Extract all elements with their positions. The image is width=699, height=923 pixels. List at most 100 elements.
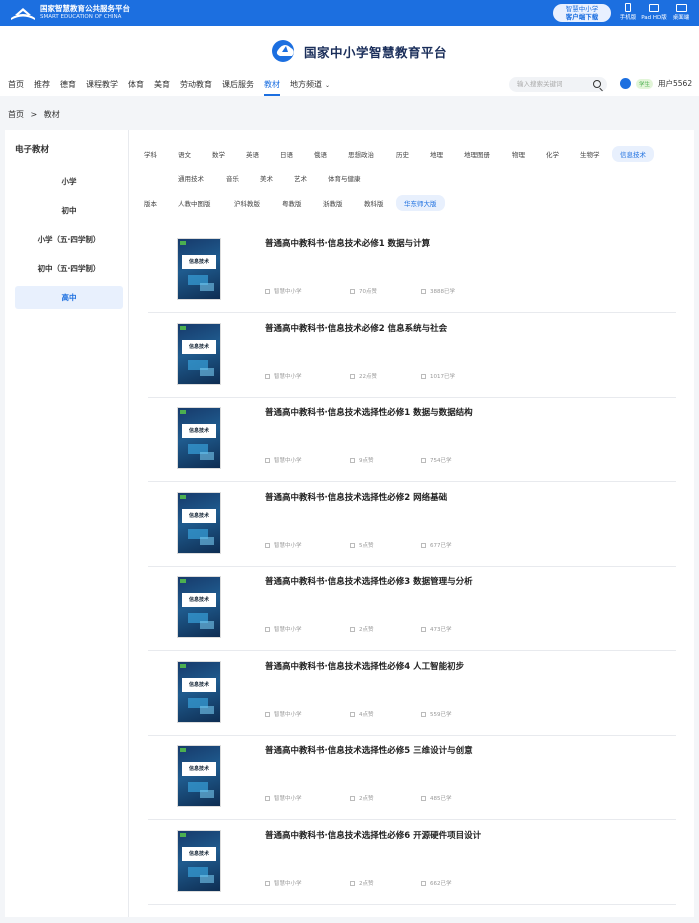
list-item[interactable]: 信息技术 普通高中教科书·信息技术必修1 数据与计算 智慧中小学 70点赞 3888已学 — [148, 229, 676, 313]
breadcrumb-separator: > — [30, 110, 38, 119]
subject-geography[interactable]: 地理 — [430, 146, 443, 162]
nav-labor[interactable]: 劳动教育 — [180, 79, 212, 90]
thumbs-up-icon — [350, 627, 355, 632]
list-item[interactable]: 信息技术 普通高中教科书·信息技术必修2 信息系统与社会 智慧中小学 22点赞 1017… — [148, 314, 676, 398]
book-cover[interactable]: 信息技术 — [178, 492, 220, 553]
book-title[interactable]: 普通高中教科书·信息技术选择性必修2 网络基础 — [265, 491, 447, 503]
subject-fine-arts[interactable]: 美术 — [260, 170, 273, 186]
cover-decoration — [200, 790, 214, 798]
list-item[interactable]: 信息技术 普通高中教科书·信息技术选择性必修5 三维设计与创意 智慧中小学 2点赞 48… — [148, 736, 676, 820]
book-cover[interactable]: 信息技术 — [178, 323, 220, 384]
sidebar-title: 电子教材 — [15, 145, 50, 155]
list-item[interactable]: 信息技术 普通高中教科书·信息技术选择性必修1 数据与数据结构 智慧中小学 9点赞 75… — [148, 398, 676, 482]
subject-chinese[interactable]: 语文 — [178, 146, 191, 162]
subject-politics[interactable]: 思想政治 — [348, 146, 374, 162]
book-title[interactable]: 普通高中教科书·信息技术选择性必修3 数据管理与分析 — [265, 575, 473, 587]
subject-physics[interactable]: 物理 — [512, 146, 525, 162]
sidebar-item-primary-54[interactable]: 小学（五·四学制） — [15, 228, 123, 251]
edition-yj[interactable]: 粤教版 — [282, 195, 302, 211]
sidebar-item-junior-54[interactable]: 初中（五·四学制） — [15, 257, 123, 280]
book-cover[interactable]: 信息技术 — [178, 746, 220, 806]
platform-brand[interactable]: 国家智慧教育公共服务平台 SMART EDUCATION OF CHINA — [40, 4, 130, 22]
device-pad[interactable]: Pad HD版 — [641, 3, 667, 21]
nav-sports[interactable]: 体育 — [128, 79, 144, 90]
nav-arts[interactable]: 美育 — [154, 79, 170, 90]
subject-japanese[interactable]: 日语 — [280, 146, 293, 162]
subject-biology[interactable]: 生物学 — [580, 146, 600, 162]
book-title[interactable]: 普通高中教科书·信息技术必修2 信息系统与社会 — [265, 322, 447, 334]
book-learners: 473已学 — [430, 627, 452, 633]
book-cover[interactable]: 信息技术 — [178, 830, 220, 891]
cover-badge-icon — [180, 748, 186, 752]
book-title[interactable]: 普通高中教科书·信息技术选择性必修1 数据与数据结构 — [265, 406, 473, 418]
nav-after-school[interactable]: 课后服务 — [222, 79, 254, 90]
source-icon — [265, 796, 270, 801]
subject-english[interactable]: 英语 — [246, 146, 259, 162]
subject-general-tech[interactable]: 通用技术 — [178, 170, 204, 186]
subject-geo-atlas[interactable]: 地理图册 — [464, 146, 490, 162]
cover-badge-icon — [180, 325, 186, 330]
cover-badge-icon — [180, 832, 186, 837]
nav-courses[interactable]: 课程教学 — [86, 79, 118, 90]
book-source: 智慧中小学 — [274, 711, 302, 718]
nav-moral[interactable]: 德育 — [60, 79, 76, 90]
nav-local[interactable]: 地方频道 ⌄ — [290, 79, 340, 90]
main-panel: 电子教材 小学 初中 小学（五·四学制） 初中（五·四学制） 高中 学科 语文 … — [5, 130, 694, 917]
cover-decoration — [200, 452, 214, 460]
cover-title: 信息技术 — [182, 762, 216, 776]
edition-zj[interactable]: 浙教版 — [323, 195, 343, 211]
cover-title: 信息技术 — [182, 508, 216, 523]
list-item[interactable]: 信息技术 普通高中教科书·信息技术选择性必修2 网络基础 智慧中小学 5点赞 677已学 — [148, 483, 676, 567]
subject-art[interactable]: 艺术 — [294, 170, 307, 186]
list-item[interactable]: 信息技术 普通高中教科书·信息技术选择性必修6 开源硬件项目设计 智慧中小学 2点赞 6… — [148, 821, 676, 905]
client-download-button[interactable]: 智慧中小学 客户端下载 — [553, 4, 611, 22]
book-title[interactable]: 普通高中教科书·信息技术选择性必修5 三维设计与创意 — [265, 744, 473, 756]
chevron-down-icon: ⌄ — [325, 82, 331, 89]
book-title[interactable]: 普通高中教科书·信息技术必修1 数据与计算 — [265, 237, 430, 249]
top-bar: 国家智慧教育公共服务平台 SMART EDUCATION OF CHINA 智慧… — [0, 0, 699, 26]
learners-icon — [421, 542, 426, 548]
nav-recommend[interactable]: 推荐 — [34, 79, 50, 90]
sidebar-item-senior[interactable]: 高中 — [15, 286, 123, 309]
list-item[interactable]: 信息技术 普通高中教科书·信息技术选择性必修3 数据管理与分析 智慧中小学 2点赞 47… — [148, 567, 676, 651]
nav-textbooks[interactable]: 教材 — [264, 79, 280, 96]
book-title[interactable]: 普通高中教科书·信息技术选择性必修4 人工智能初步 — [265, 660, 464, 672]
platform-logo-icon[interactable] — [10, 4, 36, 22]
site-logo-icon[interactable] — [270, 38, 300, 64]
edition-rjzt[interactable]: 人教中图版 — [178, 195, 211, 211]
book-cover[interactable]: 信息技术 — [178, 408, 220, 468]
book-cover[interactable]: 信息技术 — [178, 661, 220, 722]
device-mobile[interactable]: 手机版 — [615, 3, 641, 21]
list-item[interactable]: 信息技术 普通高中教科书·信息技术选择性必修4 人工智能初步 智慧中小学 4点赞 559… — [148, 652, 676, 736]
sidebar-item-junior[interactable]: 初中 — [15, 199, 123, 222]
book-source: 智慧中小学 — [274, 289, 302, 295]
search-icon[interactable] — [593, 80, 601, 88]
breadcrumb-home[interactable]: 首页 — [8, 110, 24, 119]
subject-history[interactable]: 历史 — [396, 146, 409, 162]
learners-icon — [421, 627, 426, 632]
edition-hdsd[interactable]: 华东师大版 — [396, 195, 445, 211]
device-desktop[interactable]: 桌面端 — [668, 3, 694, 21]
subject-russian[interactable]: 俄语 — [314, 146, 327, 162]
book-source: 智慧中小学 — [274, 458, 302, 464]
learners-icon — [421, 711, 426, 717]
desktop-icon — [675, 4, 687, 12]
edition-hkj[interactable]: 沪科教版 — [234, 195, 260, 211]
book-source: 智慧中小学 — [274, 542, 302, 549]
nav-home[interactable]: 首页 — [8, 79, 24, 90]
book-cover[interactable]: 信息技术 — [178, 239, 220, 299]
user-menu[interactable]: 学生 用户5562 — [620, 78, 692, 89]
subject-math[interactable]: 数学 — [212, 146, 225, 162]
edition-filter-label: 版本 — [144, 200, 157, 208]
search-input[interactable]: 输入搜索关键词 — [509, 77, 607, 92]
subject-it[interactable]: 信息技术 — [612, 146, 654, 162]
subject-chemistry[interactable]: 化学 — [546, 146, 559, 162]
edition-jk[interactable]: 教科版 — [364, 195, 384, 211]
subject-music[interactable]: 音乐 — [226, 170, 239, 186]
cover-title: 信息技术 — [182, 424, 216, 438]
book-title[interactable]: 普通高中教科书·信息技术选择性必修6 开源硬件项目设计 — [265, 829, 481, 841]
book-cover[interactable]: 信息技术 — [178, 577, 220, 637]
sidebar-item-primary[interactable]: 小学 — [15, 170, 123, 193]
download-line2: 客户端下载 — [565, 13, 599, 21]
subject-pe-health[interactable]: 体育与健康 — [328, 170, 361, 186]
